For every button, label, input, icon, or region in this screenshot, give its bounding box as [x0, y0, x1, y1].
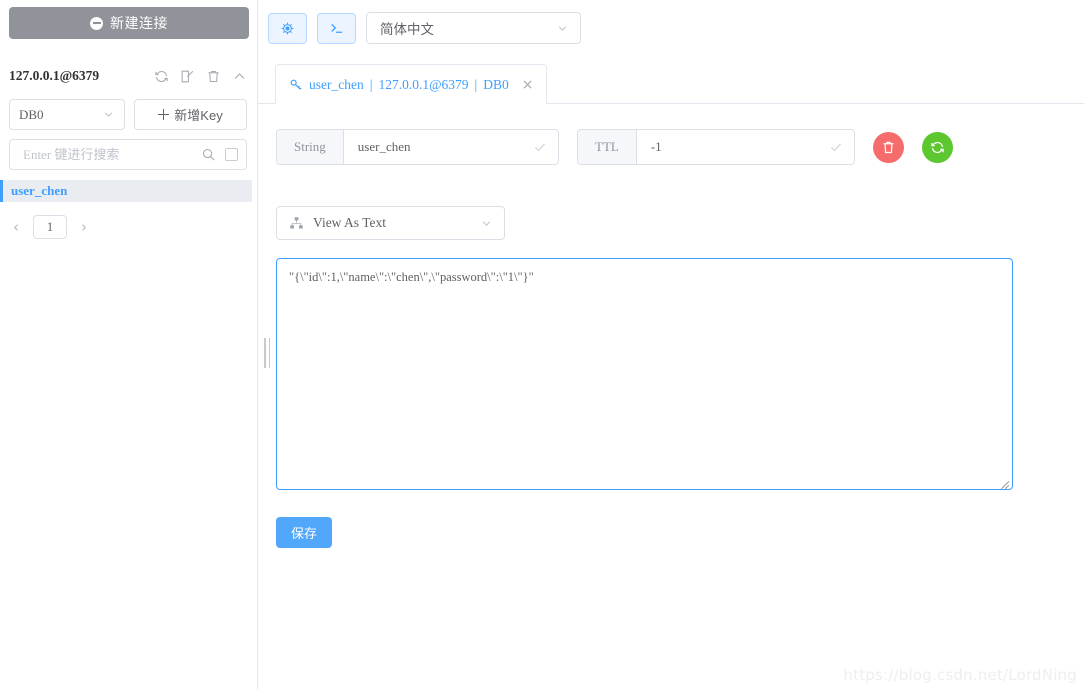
settings-button[interactable]	[268, 12, 307, 44]
exact-match-checkbox[interactable]	[225, 148, 238, 161]
minus-circle-icon	[90, 16, 103, 30]
ttl-label: TTL	[578, 130, 637, 164]
key-name-group: String	[276, 129, 559, 165]
database-select-value: DB0	[19, 106, 44, 122]
console-button[interactable]	[317, 12, 356, 44]
chevron-down-icon	[558, 25, 567, 31]
connection-actions	[154, 69, 247, 84]
key-value-textarea[interactable]: "{\"id\":1,\"name\":\"chen\",\"password\…	[276, 258, 1013, 490]
app-window: 新建连接 127.0.0.1@6379 DB0 新增Key Enter 键进行搜…	[0, 0, 1084, 689]
check-icon[interactable]	[533, 140, 547, 154]
chevron-down-icon	[104, 112, 113, 117]
ttl-field	[637, 130, 854, 164]
chevron-up-icon[interactable]	[232, 69, 247, 84]
settings-icon	[281, 22, 294, 34]
tab-db: DB0	[483, 76, 509, 92]
delete-key-button[interactable]	[873, 131, 904, 163]
new-connection-button[interactable]: 新建连接	[9, 7, 249, 39]
tab-host: 127.0.0.1@6379	[378, 76, 469, 92]
ttl-input[interactable]	[648, 138, 829, 156]
search-icon[interactable]	[201, 147, 216, 162]
key-editor: String TTL	[258, 104, 1084, 548]
connection-name: 127.0.0.1@6379	[9, 68, 100, 83]
view-as-label: View As Text	[313, 215, 386, 230]
chevron-down-icon	[482, 220, 491, 226]
hierarchy-icon	[290, 216, 303, 228]
content-editor-wrap: "{\"id\":1,\"name\":\"chen\",\"password\…	[276, 258, 1013, 493]
pagination-next[interactable]: ›	[77, 217, 91, 237]
edit-icon[interactable]	[180, 69, 195, 84]
refresh-icon	[931, 141, 944, 153]
key-name-input[interactable]	[355, 138, 533, 156]
key-item-label: user_chen	[11, 183, 68, 198]
toolbar: 简体中文	[258, 0, 1084, 48]
language-select-value: 简体中文	[380, 22, 434, 37]
language-select[interactable]: 简体中文	[366, 12, 581, 44]
tab-user-chen[interactable]: user_chen | 127.0.0.1@6379 | DB0 ×	[275, 64, 548, 105]
trash-icon	[883, 141, 894, 153]
view-as-select[interactable]: View As Text	[276, 206, 505, 240]
database-select[interactable]: DB0	[9, 99, 125, 130]
ttl-group: TTL	[577, 129, 855, 165]
sidebar: 新建连接 127.0.0.1@6379 DB0 新增Key Enter 键进行搜…	[0, 0, 258, 689]
pagination: ‹ 1 ›	[9, 215, 257, 239]
tab-separator: |	[369, 76, 373, 92]
panel-splitter[interactable]	[264, 338, 273, 368]
tab-separator-2: |	[474, 76, 478, 92]
list-item[interactable]: user_chen	[0, 180, 252, 202]
main-panel: 简体中文 user_chen | 127.0.0.1@6379 | DB0 × …	[258, 0, 1084, 689]
add-key-label: 新增Key	[174, 108, 223, 123]
connection-header: 127.0.0.1@6379	[9, 65, 247, 87]
pagination-prev[interactable]: ‹	[9, 217, 23, 237]
key-search-row	[9, 139, 247, 170]
key-list: user_chen	[0, 180, 257, 202]
watermark: https://blog.csdn.net/LordNing	[843, 666, 1077, 684]
refresh-key-button[interactable]	[922, 131, 953, 163]
tab-close-icon[interactable]: ×	[522, 78, 534, 92]
key-meta-row: String TTL	[276, 129, 1084, 165]
add-key-button[interactable]: 新增Key	[134, 99, 247, 130]
key-type-label: String	[277, 130, 344, 164]
key-icon	[290, 79, 302, 89]
database-row: DB0 新增Key	[9, 99, 247, 130]
refresh-icon[interactable]	[154, 69, 169, 84]
new-connection-label: 新建连接	[110, 15, 168, 31]
key-name-field	[344, 130, 558, 164]
tab-bar: user_chen | 127.0.0.1@6379 | DB0 ×	[258, 64, 1084, 105]
console-icon	[331, 23, 343, 33]
search-input[interactable]	[21, 145, 201, 164]
pagination-page[interactable]: 1	[33, 215, 67, 239]
plus-icon	[158, 109, 170, 120]
delete-icon[interactable]	[206, 69, 221, 84]
check-icon[interactable]	[829, 140, 843, 154]
save-button[interactable]: 保存	[276, 517, 332, 548]
tab-key-name: user_chen	[309, 76, 364, 92]
